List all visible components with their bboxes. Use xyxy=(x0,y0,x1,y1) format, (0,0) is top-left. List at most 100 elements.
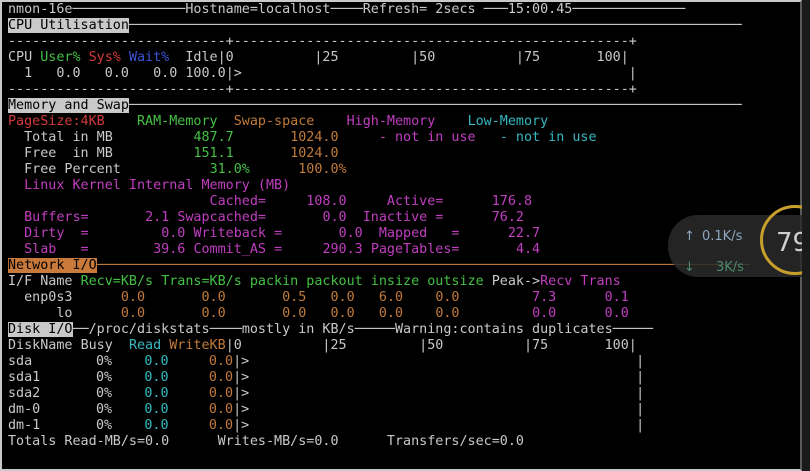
cpu-ruler-bottom: ---------------------------+------------… xyxy=(8,82,637,98)
kernel-buffers-value: 2.1 xyxy=(145,210,170,225)
memory-section-header: Memory and Swap─────────────────────────… xyxy=(8,98,742,113)
upload-rate: 0.1K/s xyxy=(702,229,743,244)
disk-name: sda xyxy=(8,354,33,369)
cpu-section-title: CPU Utilisation xyxy=(8,18,129,33)
cpu-header-row: CPU User% Sys% Wait% Idle|0 |25 |50 |75 … xyxy=(8,50,629,66)
disk-col-write: WriteKB xyxy=(169,338,226,353)
disk-unit-note: mostly in KB/s xyxy=(241,322,355,337)
net-ifname: enp0s3 xyxy=(24,290,73,305)
memory-col-low: Low-Memory xyxy=(467,114,549,129)
disk-read: 0.0 xyxy=(144,402,169,417)
title-bar: nmon-16e──────────────Hostname=localhost… xyxy=(8,2,686,17)
memory-row-label: Free in MB xyxy=(24,146,113,161)
memory-col-ram: RAM-Memory xyxy=(137,114,218,129)
disk-bar: |> | xyxy=(233,402,645,417)
net-outsize: 0.0 xyxy=(435,306,460,321)
kernel-row-3: Dirty = 0.0 Writeback = 0.0 Mapped = 22.… xyxy=(8,226,540,242)
cpu-row-idle: 100.0 xyxy=(185,66,226,81)
net-col-recv: Recv=KB/s xyxy=(80,274,154,289)
kernel-cached-value: 108.0 xyxy=(306,194,347,209)
memory-row-ram: 151.1 xyxy=(193,146,234,161)
kernel-writeback-value: 0.0 xyxy=(338,226,363,241)
memory-row-label: Total in MB xyxy=(24,130,113,145)
kernel-active-value: 176.8 xyxy=(491,194,533,209)
kernel-inactive-label: Inactive = xyxy=(362,210,444,225)
refresh-rate: Refresh= 2secs xyxy=(362,2,476,17)
disk-header-row: DiskName Busy Read WriteKB|0 |25 |50 |75… xyxy=(8,338,637,354)
cpu-section-header: CPU Utilisation─────────────────────────… xyxy=(8,18,742,33)
memory-row-swap: 1024.0 xyxy=(290,130,339,145)
disk-name: sda1 xyxy=(8,370,41,385)
kernel-pagetables-label: PageTables= xyxy=(370,242,460,257)
disk-col-name: DiskName xyxy=(8,338,73,353)
disk-bar: |> | xyxy=(233,354,645,369)
disk-row: sda1 0% 0.0 0.0|> | xyxy=(8,370,644,386)
cpu-col-cpu: CPU xyxy=(8,50,33,65)
kernel-buffers-label: Buffers= xyxy=(24,210,89,225)
cpu-col-sys: Sys% xyxy=(88,50,121,65)
kernel-memory-title: Linux Kernel Internal Memory (MB) xyxy=(8,178,290,194)
net-col-peak: Peak-> xyxy=(491,274,541,289)
disk-name: sda2 xyxy=(8,386,41,401)
net-col-peak-trans: Trans xyxy=(580,274,621,289)
upload-arrow-icon: ↑ xyxy=(684,229,695,244)
network-section-header: Network I/O─────────────────────────────… xyxy=(8,258,750,273)
disk-scale: |0 |25 |50 |75 100| xyxy=(225,338,637,353)
net-peak-trans: 0.0 xyxy=(604,306,629,321)
kernel-mapped-value: 22.7 xyxy=(507,226,541,241)
net-insize: 6.0 xyxy=(378,290,404,305)
cpu-row-user: 0.0 xyxy=(56,66,81,81)
cpu-row-id: 1 xyxy=(24,66,33,81)
memory-row-ram: 31.0% xyxy=(209,162,250,177)
app-name: nmon-16e xyxy=(8,2,73,17)
net-packout: 0.0 xyxy=(330,306,355,321)
net-col-trans: Trans=KB/s xyxy=(161,274,242,289)
cpu-ruler-top: ---------------------------+------------… xyxy=(8,34,637,50)
disk-bar: |> | xyxy=(233,370,645,385)
net-col-ifname: I/F Name xyxy=(8,274,73,289)
cpu-ruler-top-text: ---------------------------+------------… xyxy=(8,34,637,49)
memory-row-swap: 100.0% xyxy=(298,162,347,177)
kernel-row-1: Cached= 108.0 Active= 176.8 xyxy=(8,194,533,210)
net-trans: 0.0 xyxy=(201,306,226,321)
kernel-writeback-label: Writeback = xyxy=(193,226,283,241)
kernel-mapped-label: Mapped = xyxy=(378,226,460,241)
cpu-scale: |0 |25 |50 |75 100| xyxy=(217,50,629,65)
hostname: Hostname=localhost xyxy=(185,2,331,17)
kernel-dirty-value: 0.0 xyxy=(161,226,186,241)
clock: 15:00.45 xyxy=(507,2,573,17)
disk-busy: 0% xyxy=(96,370,113,385)
cpu-row-sys: 0.0 xyxy=(104,66,129,81)
memory-row-free-percent: Free Percent 31.0% 100.0% xyxy=(8,162,347,178)
disk-busy: 0% xyxy=(96,402,113,417)
network-row-enp0s3: enp0s3 0.0 0.0 0.5 0.0 6.0 0.0 7.3 0.1 xyxy=(8,290,629,306)
disk-section-header: Disk I/O──/proc/diskstats────mostly in K… xyxy=(8,322,653,337)
net-packin: 0.5 xyxy=(282,290,307,305)
kernel-pagetables-value: 4.4 xyxy=(515,242,541,257)
net-col-peak-recv: Recv xyxy=(540,274,573,289)
net-trans: 0.0 xyxy=(201,290,226,305)
download-rate: 3K/s xyxy=(716,260,744,275)
disk-busy: 0% xyxy=(96,418,113,433)
kernel-active-label: Active= xyxy=(386,194,444,209)
disk-name: dm-1 xyxy=(8,418,41,433)
disk-bar: |> | xyxy=(233,386,645,401)
kernel-inactive-value: 76.2 xyxy=(491,210,524,225)
cpu-usage-bar: |> | xyxy=(225,66,637,81)
cpu-row-wait: 0.0 xyxy=(153,66,178,81)
disk-busy: 0% xyxy=(96,386,113,401)
kernel-commit-value: 290.3 xyxy=(322,242,363,257)
disk-bar: |> | xyxy=(233,418,645,433)
disk-row: sda 0% 0.0 0.0|> | xyxy=(8,354,644,370)
disk-write: 0.0 xyxy=(208,402,234,417)
net-outsize: 0.0 xyxy=(435,290,460,305)
kernel-cached-label: Cached= xyxy=(209,194,266,209)
net-peak-recv: 7.3 xyxy=(532,290,557,305)
kernel-swapcached-label: Swapcached= xyxy=(177,210,266,225)
memory-col-swap: Swap-space xyxy=(233,114,315,129)
memory-section-title: Memory and Swap xyxy=(8,98,129,113)
disk-name: dm-0 xyxy=(8,402,41,417)
kernel-slab-label: Slab = xyxy=(24,242,89,257)
disk-warning: Warning:contains duplicates xyxy=(395,322,613,337)
net-peak-trans: 0.1 xyxy=(604,290,629,305)
